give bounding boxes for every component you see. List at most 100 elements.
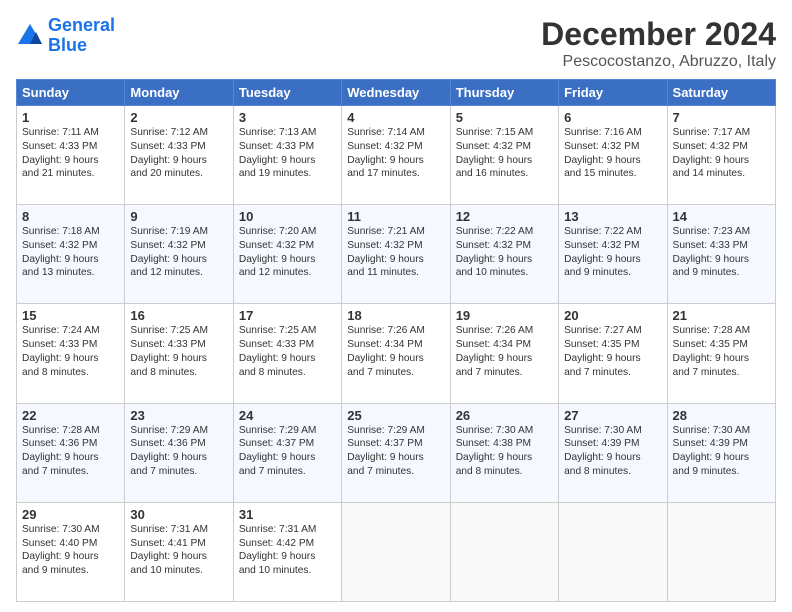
day-info: Sunrise: 7:31 AMSunset: 4:42 PMDaylight:…: [239, 523, 336, 578]
table-row: 5 Sunrise: 7:15 AMSunset: 4:32 PMDayligh…: [450, 106, 558, 205]
day-info: Sunrise: 7:27 AMSunset: 4:35 PMDaylight:…: [564, 324, 661, 379]
header: General Blue December 2024 Pescocostanzo…: [16, 16, 776, 71]
day-number: 11: [347, 209, 444, 224]
day-info: Sunrise: 7:30 AMSunset: 4:39 PMDaylight:…: [564, 424, 661, 479]
table-row: 21 Sunrise: 7:28 AMSunset: 4:35 PMDaylig…: [667, 304, 775, 403]
table-row: 1 Sunrise: 7:11 AMSunset: 4:33 PMDayligh…: [17, 106, 125, 205]
table-row: 14 Sunrise: 7:23 AMSunset: 4:33 PMDaylig…: [667, 205, 775, 304]
col-monday: Monday: [125, 80, 233, 106]
day-info: Sunrise: 7:19 AMSunset: 4:32 PMDaylight:…: [130, 225, 227, 280]
day-info: Sunrise: 7:29 AMSunset: 4:37 PMDaylight:…: [347, 424, 444, 479]
day-number: 15: [22, 308, 119, 323]
table-row: 24 Sunrise: 7:29 AMSunset: 4:37 PMDaylig…: [233, 403, 341, 502]
day-number: 23: [130, 408, 227, 423]
day-number: 2: [130, 110, 227, 125]
table-row: [450, 502, 558, 601]
table-row: 2 Sunrise: 7:12 AMSunset: 4:33 PMDayligh…: [125, 106, 233, 205]
day-number: 8: [22, 209, 119, 224]
day-number: 28: [673, 408, 770, 423]
day-number: 26: [456, 408, 553, 423]
day-number: 22: [22, 408, 119, 423]
day-number: 4: [347, 110, 444, 125]
day-info: Sunrise: 7:18 AMSunset: 4:32 PMDaylight:…: [22, 225, 119, 280]
day-info: Sunrise: 7:26 AMSunset: 4:34 PMDaylight:…: [347, 324, 444, 379]
week-row-5: 29 Sunrise: 7:30 AMSunset: 4:40 PMDaylig…: [17, 502, 776, 601]
day-number: 10: [239, 209, 336, 224]
day-info: Sunrise: 7:28 AMSunset: 4:35 PMDaylight:…: [673, 324, 770, 379]
table-row: 4 Sunrise: 7:14 AMSunset: 4:32 PMDayligh…: [342, 106, 450, 205]
day-number: 16: [130, 308, 227, 323]
day-number: 29: [22, 507, 119, 522]
table-row: 20 Sunrise: 7:27 AMSunset: 4:35 PMDaylig…: [559, 304, 667, 403]
day-number: 14: [673, 209, 770, 224]
day-info: Sunrise: 7:24 AMSunset: 4:33 PMDaylight:…: [22, 324, 119, 379]
day-number: 7: [673, 110, 770, 125]
day-info: Sunrise: 7:22 AMSunset: 4:32 PMDaylight:…: [456, 225, 553, 280]
day-number: 30: [130, 507, 227, 522]
week-row-2: 8 Sunrise: 7:18 AMSunset: 4:32 PMDayligh…: [17, 205, 776, 304]
day-info: Sunrise: 7:30 AMSunset: 4:39 PMDaylight:…: [673, 424, 770, 479]
table-row: 31 Sunrise: 7:31 AMSunset: 4:42 PMDaylig…: [233, 502, 341, 601]
logo-text: General Blue: [48, 16, 115, 56]
col-thursday: Thursday: [450, 80, 558, 106]
day-number: 25: [347, 408, 444, 423]
day-number: 18: [347, 308, 444, 323]
day-info: Sunrise: 7:20 AMSunset: 4:32 PMDaylight:…: [239, 225, 336, 280]
day-number: 1: [22, 110, 119, 125]
table-row: 6 Sunrise: 7:16 AMSunset: 4:32 PMDayligh…: [559, 106, 667, 205]
day-info: Sunrise: 7:17 AMSunset: 4:32 PMDaylight:…: [673, 126, 770, 181]
week-row-4: 22 Sunrise: 7:28 AMSunset: 4:36 PMDaylig…: [17, 403, 776, 502]
day-info: Sunrise: 7:25 AMSunset: 4:33 PMDaylight:…: [130, 324, 227, 379]
day-number: 31: [239, 507, 336, 522]
table-row: 26 Sunrise: 7:30 AMSunset: 4:38 PMDaylig…: [450, 403, 558, 502]
day-info: Sunrise: 7:30 AMSunset: 4:40 PMDaylight:…: [22, 523, 119, 578]
table-row: 23 Sunrise: 7:29 AMSunset: 4:36 PMDaylig…: [125, 403, 233, 502]
day-number: 9: [130, 209, 227, 224]
day-info: Sunrise: 7:12 AMSunset: 4:33 PMDaylight:…: [130, 126, 227, 181]
table-row: [342, 502, 450, 601]
day-number: 3: [239, 110, 336, 125]
day-number: 20: [564, 308, 661, 323]
day-info: Sunrise: 7:16 AMSunset: 4:32 PMDaylight:…: [564, 126, 661, 181]
table-row: 13 Sunrise: 7:22 AMSunset: 4:32 PMDaylig…: [559, 205, 667, 304]
day-number: 13: [564, 209, 661, 224]
day-number: 27: [564, 408, 661, 423]
title-block: December 2024 Pescocostanzo, Abruzzo, It…: [541, 16, 776, 71]
table-row: 19 Sunrise: 7:26 AMSunset: 4:34 PMDaylig…: [450, 304, 558, 403]
day-info: Sunrise: 7:22 AMSunset: 4:32 PMDaylight:…: [564, 225, 661, 280]
day-info: Sunrise: 7:13 AMSunset: 4:33 PMDaylight:…: [239, 126, 336, 181]
day-info: Sunrise: 7:21 AMSunset: 4:32 PMDaylight:…: [347, 225, 444, 280]
day-number: 19: [456, 308, 553, 323]
table-row: 10 Sunrise: 7:20 AMSunset: 4:32 PMDaylig…: [233, 205, 341, 304]
table-row: 12 Sunrise: 7:22 AMSunset: 4:32 PMDaylig…: [450, 205, 558, 304]
table-row: 9 Sunrise: 7:19 AMSunset: 4:32 PMDayligh…: [125, 205, 233, 304]
day-info: Sunrise: 7:15 AMSunset: 4:32 PMDaylight:…: [456, 126, 553, 181]
day-number: 12: [456, 209, 553, 224]
week-row-3: 15 Sunrise: 7:24 AMSunset: 4:33 PMDaylig…: [17, 304, 776, 403]
table-row: 11 Sunrise: 7:21 AMSunset: 4:32 PMDaylig…: [342, 205, 450, 304]
col-tuesday: Tuesday: [233, 80, 341, 106]
table-row: 28 Sunrise: 7:30 AMSunset: 4:39 PMDaylig…: [667, 403, 775, 502]
table-row: 27 Sunrise: 7:30 AMSunset: 4:39 PMDaylig…: [559, 403, 667, 502]
table-row: 18 Sunrise: 7:26 AMSunset: 4:34 PMDaylig…: [342, 304, 450, 403]
col-saturday: Saturday: [667, 80, 775, 106]
week-row-1: 1 Sunrise: 7:11 AMSunset: 4:33 PMDayligh…: [17, 106, 776, 205]
table-row: 15 Sunrise: 7:24 AMSunset: 4:33 PMDaylig…: [17, 304, 125, 403]
table-row: 17 Sunrise: 7:25 AMSunset: 4:33 PMDaylig…: [233, 304, 341, 403]
day-info: Sunrise: 7:28 AMSunset: 4:36 PMDaylight:…: [22, 424, 119, 479]
col-wednesday: Wednesday: [342, 80, 450, 106]
logo-icon: [16, 22, 44, 50]
day-info: Sunrise: 7:11 AMSunset: 4:33 PMDaylight:…: [22, 126, 119, 181]
day-info: Sunrise: 7:25 AMSunset: 4:33 PMDaylight:…: [239, 324, 336, 379]
day-info: Sunrise: 7:26 AMSunset: 4:34 PMDaylight:…: [456, 324, 553, 379]
day-number: 24: [239, 408, 336, 423]
subtitle: Pescocostanzo, Abruzzo, Italy: [541, 53, 776, 71]
day-info: Sunrise: 7:29 AMSunset: 4:37 PMDaylight:…: [239, 424, 336, 479]
col-sunday: Sunday: [17, 80, 125, 106]
table-row: [667, 502, 775, 601]
table-row: 22 Sunrise: 7:28 AMSunset: 4:36 PMDaylig…: [17, 403, 125, 502]
table-row: 7 Sunrise: 7:17 AMSunset: 4:32 PMDayligh…: [667, 106, 775, 205]
table-row: 3 Sunrise: 7:13 AMSunset: 4:33 PMDayligh…: [233, 106, 341, 205]
table-row: 8 Sunrise: 7:18 AMSunset: 4:32 PMDayligh…: [17, 205, 125, 304]
table-row: [559, 502, 667, 601]
